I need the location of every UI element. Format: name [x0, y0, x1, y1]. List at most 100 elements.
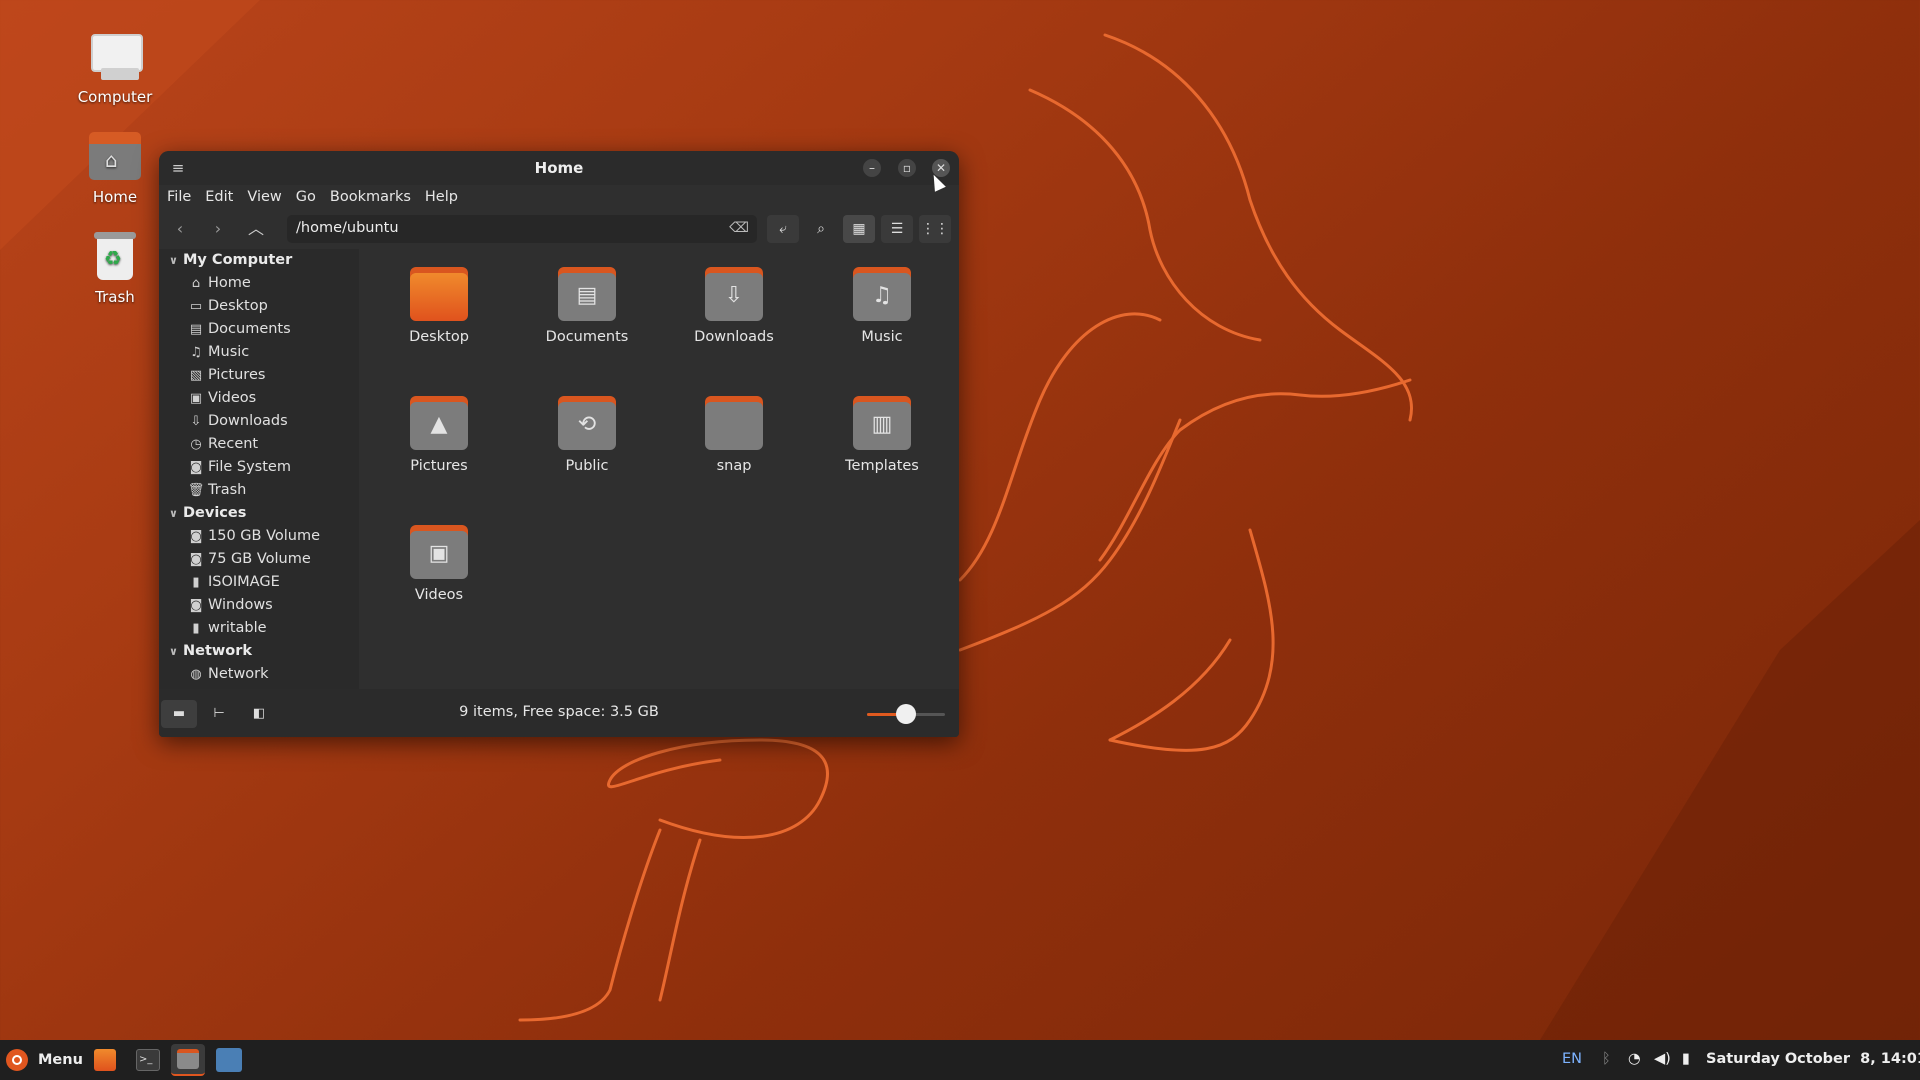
file-label: snap — [716, 458, 752, 474]
sidebar-item-pictures[interactable]: ▧ Pictures — [159, 364, 359, 387]
volume-icon[interactable]: ◀) — [1654, 1051, 1671, 1067]
up-button[interactable]: ︿ — [241, 215, 271, 243]
window-titlebar[interactable]: ≡ Home – ▫ ✕ — [159, 151, 959, 185]
location-bar[interactable]: /home/ubuntu ⌫ — [287, 215, 757, 243]
clock[interactable]: Saturday October 8, 14:01:18 — [1706, 1051, 1920, 1067]
icon-view-button[interactable]: ▦ — [843, 215, 875, 243]
sidebar-item-music[interactable]: ♫ Music — [159, 341, 359, 364]
download-icon: ⇩ — [190, 414, 202, 429]
menu-help[interactable]: Help — [425, 189, 458, 205]
desktop-icon-trash[interactable]: ♻ Trash — [65, 228, 165, 306]
file-label: Pictures — [410, 458, 468, 474]
sidebar-item-trash[interactable]: 🗑 Trash — [159, 479, 359, 502]
desktop-icon-computer[interactable]: Computer — [65, 28, 165, 106]
keyboard-layout-indicator[interactable]: EN — [1562, 1051, 1582, 1067]
toggle-location-entry-button[interactable]: ⤶ — [767, 215, 799, 243]
file-label: Desktop — [409, 329, 469, 345]
sidebar-item-windows[interactable]: ◙ Windows — [159, 594, 359, 617]
folder-icon — [705, 396, 763, 450]
sidebar-item-downloads[interactable]: ⇩ Downloads — [159, 410, 359, 433]
documents-folder-icon: ▤ — [558, 267, 616, 321]
sidebar-section-network[interactable]: ∨ Network — [159, 640, 359, 663]
sidebar-section-devices[interactable]: ∨ Devices — [159, 502, 359, 525]
sidebar-item-network[interactable]: ◍ Network — [159, 663, 359, 686]
bluetooth-icon[interactable]: ᛒ — [1602, 1051, 1611, 1067]
taskbar-file-manager[interactable] — [171, 1044, 205, 1076]
home-folder-icon: ⌂ — [87, 128, 143, 184]
status-text: 9 items, Free space: 3.5 GB — [459, 704, 659, 720]
templates-folder-icon: ▥ — [853, 396, 911, 450]
file-view: Desktop ▤ Documents ⇩ Downloads ♫ Music … — [359, 249, 959, 689]
sidebar-item-150gb-volume[interactable]: ◙ 150 GB Volume — [159, 525, 359, 548]
compact-view-button[interactable]: ⋮⋮ — [919, 215, 951, 243]
file-item-music[interactable]: ♫ Music — [822, 267, 942, 345]
file-item-documents[interactable]: ▤ Documents — [527, 267, 647, 345]
video-icon: ▣ — [189, 391, 203, 406]
file-item-public[interactable]: ⟲ Public — [527, 396, 647, 474]
file-item-snap[interactable]: snap — [674, 396, 794, 474]
wifi-icon[interactable]: ◔ — [1628, 1051, 1641, 1067]
menu-bookmarks[interactable]: Bookmarks — [330, 189, 411, 205]
file-label: Music — [861, 329, 903, 345]
sidebar-item-writable[interactable]: ▮ writable — [159, 617, 359, 640]
file-item-downloads[interactable]: ⇩ Downloads — [674, 267, 794, 345]
desktop-icon-label: Home — [92, 188, 138, 206]
menu-go[interactable]: Go — [296, 189, 316, 205]
maximize-button[interactable]: ▫ — [898, 159, 916, 177]
menu-edit[interactable]: Edit — [205, 189, 233, 205]
chevron-down-icon: ∨ — [169, 507, 178, 520]
start-menu-label: Menu — [38, 1052, 83, 1068]
sidebar: ∨ My Computer ⌂ Home ▭ Desktop ▤ Documents ♫… — [159, 249, 359, 689]
sidebar-item-recent[interactable]: ◷ Recent — [159, 433, 359, 456]
picture-icon: ▧ — [189, 368, 203, 383]
chevron-down-icon: ∨ — [169, 645, 178, 658]
sidebar-section-my-computer[interactable]: ∨ My Computer — [159, 249, 359, 272]
file-label: Downloads — [694, 329, 774, 345]
minimize-button[interactable]: – — [863, 159, 881, 177]
sidebar-item-home[interactable]: ⌂ Home — [159, 272, 359, 295]
clear-location-icon[interactable]: ⌫ — [729, 220, 749, 236]
drive-icon: ◙ — [189, 598, 203, 613]
desktop-icon-home[interactable]: ⌂ Home — [65, 128, 165, 206]
forward-button[interactable]: › — [203, 215, 233, 243]
sidebar-item-file-system[interactable]: ◙ File System — [159, 456, 359, 479]
file-item-pictures[interactable]: ▲ Pictures — [379, 396, 499, 474]
music-icon: ♫ — [190, 345, 202, 360]
sidebar-item-desktop[interactable]: ▭ Desktop — [159, 295, 359, 318]
taskbar-show-desktop[interactable] — [88, 1044, 122, 1076]
file-item-videos[interactable]: ▣ Videos — [379, 525, 499, 603]
battery-icon[interactable]: ▮ — [1682, 1051, 1690, 1067]
zoom-slider-handle[interactable] — [896, 704, 916, 724]
file-label: Documents — [545, 329, 629, 345]
ubuntu-logo-icon — [6, 1049, 28, 1071]
file-label: Videos — [414, 587, 464, 603]
sidebar-item-videos[interactable]: ▣ Videos — [159, 387, 359, 410]
back-button[interactable]: ‹ — [165, 215, 195, 243]
file-manager-window: ≡ Home – ▫ ✕ File Edit View Go Bookmarks… — [159, 151, 959, 737]
sidebar-item-documents[interactable]: ▤ Documents — [159, 318, 359, 341]
trash-icon: 🗑 — [187, 483, 205, 498]
toolbar: ‹ › ︿ /home/ubuntu ⌫ ⤶ ⌕ ▦ ☰ ⋮⋮ — [159, 209, 959, 249]
drive-icon: ◙ — [189, 529, 203, 544]
usb-icon: ▮ — [192, 621, 200, 636]
file-item-templates[interactable]: ▥ Templates — [822, 396, 942, 474]
network-icon: ◍ — [190, 667, 202, 682]
file-label: Templates — [845, 458, 919, 474]
search-button[interactable]: ⌕ — [805, 215, 837, 243]
menu-file[interactable]: File — [167, 189, 191, 205]
file-manager-icon — [177, 1049, 199, 1069]
sidebar-item-isoimage[interactable]: ▮ ISOIMAGE — [159, 571, 359, 594]
taskbar-system-app[interactable] — [211, 1044, 245, 1076]
file-item-desktop[interactable]: Desktop — [379, 267, 499, 345]
desktop-folder-icon — [410, 267, 468, 321]
desktop-icon-label: Computer — [77, 88, 153, 106]
sidebar-item-75gb-volume[interactable]: ◙ 75 GB Volume — [159, 548, 359, 571]
music-folder-icon: ♫ — [853, 267, 911, 321]
videos-folder-icon: ▣ — [410, 525, 468, 579]
document-icon: ▤ — [189, 322, 203, 337]
show-desktop-icon — [94, 1049, 116, 1071]
start-menu-button[interactable]: Menu — [6, 1047, 83, 1073]
menu-view[interactable]: View — [247, 189, 281, 205]
list-view-button[interactable]: ☰ — [881, 215, 913, 243]
taskbar-terminal[interactable]: >_ — [131, 1044, 165, 1076]
